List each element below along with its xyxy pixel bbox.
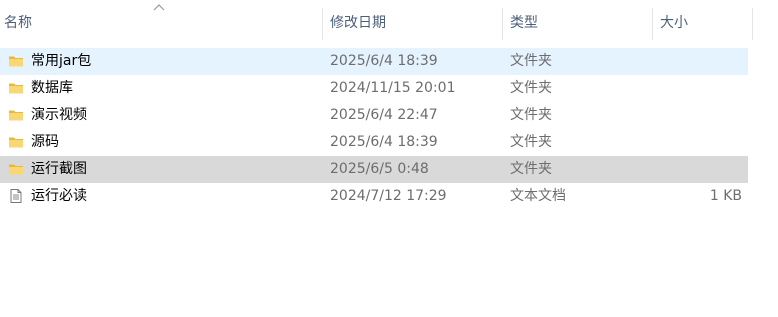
- file-size: 1 KB: [709, 188, 742, 204]
- file-date: 2025/6/4 18:39: [330, 134, 438, 150]
- file-type: 文件夹: [510, 161, 552, 177]
- column-header-date[interactable]: 修改日期: [326, 0, 502, 46]
- file-name: 演示视频: [31, 107, 87, 123]
- folder-icon: [8, 80, 24, 96]
- file-date: 2025/6/4 18:39: [330, 53, 438, 69]
- folder-icon: [8, 161, 24, 177]
- column-header-type-label: 类型: [510, 15, 538, 31]
- column-divider[interactable]: [652, 8, 653, 40]
- file-type: 文件夹: [510, 134, 552, 150]
- folder-icon: [8, 53, 24, 69]
- column-header-type[interactable]: 类型: [506, 0, 652, 46]
- file-type: 文件夹: [510, 107, 552, 123]
- file-list-pane: 名称 修改日期 类型 大小 常用jar包 2025/6/4 18:39 文件夹 …: [0, 0, 778, 317]
- column-divider[interactable]: [502, 8, 503, 40]
- file-row[interactable]: 源码 2025/6/4 18:39 文件夹: [0, 129, 748, 156]
- file-date: 2024/7/12 17:29: [330, 188, 447, 204]
- file-date: 2024/11/15 20:01: [330, 80, 456, 96]
- file-type: 文件夹: [510, 80, 552, 96]
- file-row[interactable]: 数据库 2024/11/15 20:01 文件夹: [0, 75, 748, 102]
- folder-icon: [8, 134, 24, 150]
- file-name: 运行截图: [31, 161, 87, 177]
- file-date: 2025/6/5 0:48: [330, 161, 429, 177]
- file-name: 常用jar包: [31, 53, 92, 69]
- file-date: 2025/6/4 22:47: [330, 107, 438, 123]
- column-header-name-label: 名称: [4, 15, 32, 31]
- sort-ascending-icon: [152, 2, 166, 12]
- folder-icon: [8, 107, 24, 123]
- file-name: 运行必读: [31, 188, 87, 204]
- column-divider[interactable]: [322, 8, 323, 40]
- file-type: 文本文档: [510, 188, 566, 204]
- column-divider[interactable]: [752, 8, 753, 40]
- column-header-size[interactable]: 大小: [656, 0, 752, 46]
- file-row[interactable]: 运行截图 2025/6/5 0:48 文件夹: [0, 156, 748, 183]
- file-name: 源码: [31, 134, 59, 150]
- file-row[interactable]: 运行必读 2024/7/12 17:29 文本文档 1 KB: [0, 183, 748, 210]
- file-name: 数据库: [31, 80, 73, 96]
- column-header-bar: 名称 修改日期 类型 大小: [0, 0, 778, 46]
- file-type: 文件夹: [510, 53, 552, 69]
- file-row[interactable]: 常用jar包 2025/6/4 18:39 文件夹: [0, 48, 748, 75]
- column-header-date-label: 修改日期: [330, 15, 386, 31]
- file-row[interactable]: 演示视频 2025/6/4 22:47 文件夹: [0, 102, 748, 129]
- text-document-icon: [8, 188, 24, 204]
- column-header-size-label: 大小: [660, 15, 688, 31]
